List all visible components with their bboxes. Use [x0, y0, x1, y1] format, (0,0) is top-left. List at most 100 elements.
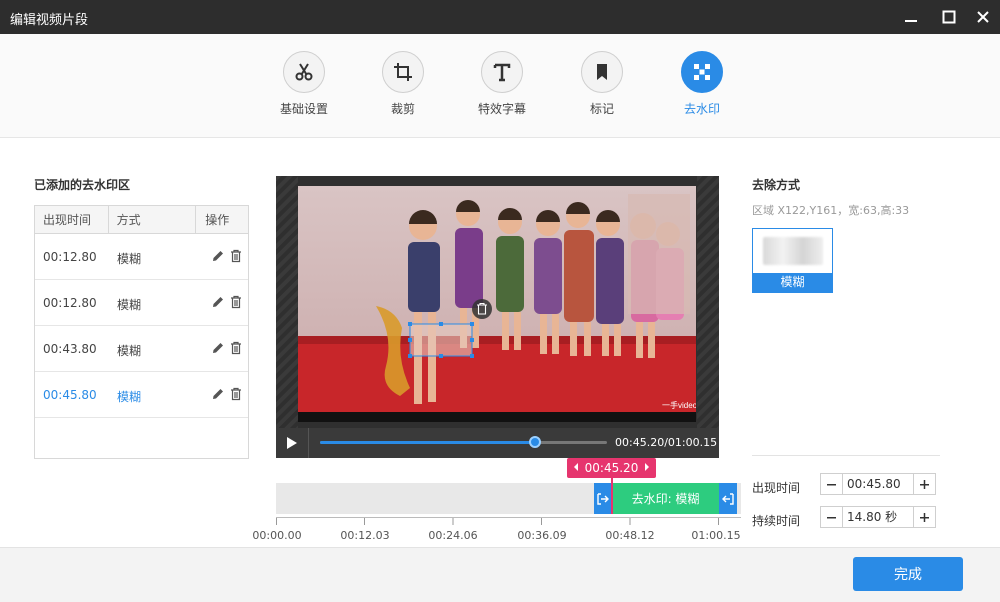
list-item-selected[interactable]: 00:45.80 模糊 — [35, 372, 248, 418]
trash-icon[interactable] — [229, 341, 243, 358]
play-icon — [287, 437, 297, 449]
edit-icon[interactable] — [211, 341, 225, 358]
tool-circle — [382, 51, 424, 93]
edit-icon[interactable] — [211, 387, 225, 404]
start-time-increment-button[interactable] — [913, 474, 935, 494]
video-side-stripes-right — [697, 176, 719, 428]
tool-circle — [283, 51, 325, 93]
item-method: 模糊 — [117, 390, 142, 404]
tick-label: 00:24.06 — [428, 529, 478, 542]
duration-input[interactable]: 14.80 秒 — [843, 507, 913, 527]
divider — [752, 455, 940, 456]
start-time-decrement-button[interactable] — [821, 474, 843, 494]
cursor-left-arrow-icon[interactable] — [572, 461, 580, 476]
done-button[interactable]: 完成 — [853, 557, 963, 591]
trash-icon[interactable] — [229, 295, 243, 312]
minus-icon — [827, 516, 836, 518]
tool-bar: 基础设置 裁剪 特效字幕 标记 去水印 — [0, 34, 1000, 138]
duration-increment-button[interactable] — [913, 507, 935, 527]
method-option-blur[interactable]: 模糊 — [752, 228, 833, 293]
item-method: 模糊 — [117, 298, 142, 312]
tick-label: 00:48.12 — [605, 529, 655, 542]
watermark-list-title: 已添加的去水印区 — [34, 178, 131, 192]
timeline-playhead[interactable] — [611, 478, 613, 514]
duration-decrement-button[interactable] — [821, 507, 843, 527]
method-option-label: 模糊 — [753, 273, 832, 292]
tool-label: 基础设置 — [279, 102, 328, 116]
tool-mark[interactable]: 标记 — [552, 51, 652, 117]
tool-circle — [581, 51, 623, 93]
minus-icon — [827, 483, 836, 485]
item-time: 00:43.80 — [43, 342, 97, 356]
list-header: 出现时间 方式 操作 — [35, 206, 248, 234]
bracket-out-icon — [722, 492, 734, 505]
removal-method-title: 去除方式 — [752, 178, 801, 192]
seek-knob[interactable] — [529, 436, 542, 448]
list-item[interactable]: 00:12.80 模糊 — [35, 280, 248, 326]
trash-icon[interactable] — [229, 249, 243, 266]
seek-bar[interactable] — [320, 436, 607, 448]
play-button[interactable] — [285, 436, 299, 453]
list-item[interactable]: 00:12.80 模糊 — [35, 234, 248, 280]
tool-effect-subtitle[interactable]: 特效字幕 — [452, 51, 552, 117]
video-side-stripes-left — [276, 176, 298, 428]
seek-bar-fill — [320, 441, 536, 444]
tool-label: 裁剪 — [390, 102, 415, 116]
svg-text:一手video: 一手video — [662, 400, 696, 410]
item-method: 模糊 — [117, 344, 142, 358]
edit-icon[interactable] — [211, 295, 225, 312]
tick-label: 00:00.00 — [252, 529, 302, 542]
cursor-right-arrow-icon[interactable] — [643, 461, 651, 476]
crop-icon — [394, 63, 412, 81]
item-time: 00:12.80 — [43, 296, 97, 310]
edit-icon[interactable] — [211, 249, 225, 266]
tool-basic-settings[interactable]: 基础设置 — [254, 51, 354, 117]
video-preview: 一手video — [276, 176, 719, 428]
minimize-icon — [905, 20, 917, 22]
tick-label: 00:36.09 — [517, 529, 567, 542]
minimize-button[interactable] — [894, 0, 928, 34]
blur-preview — [763, 237, 823, 265]
tool-label: 去水印 — [683, 102, 720, 116]
controls-divider — [308, 428, 309, 458]
close-button[interactable] — [966, 0, 1000, 34]
tool-circle — [681, 51, 723, 93]
tool-remove-watermark[interactable]: 去水印 — [652, 51, 752, 117]
timeline-ruler — [276, 517, 741, 525]
watermark-list: 出现时间 方式 操作 00:12.80 模糊 00:12.80 模糊 00:43… — [34, 205, 249, 459]
tick-label: 00:12.03 — [340, 529, 390, 542]
item-time: 00:45.80 — [43, 388, 97, 402]
window-title: 编辑视频片段 — [10, 13, 89, 28]
duration-stepper: 14.80 秒 — [820, 506, 936, 528]
start-time-input[interactable]: 00:45.80 — [843, 474, 913, 494]
maximize-icon — [942, 10, 956, 24]
video-frame-image: 一手video — [298, 186, 696, 422]
bracket-in-icon — [597, 492, 609, 505]
cursor-time: 00:45.20 — [584, 461, 639, 475]
column-header-time: 出现时间 — [35, 206, 109, 233]
item-method: 模糊 — [117, 252, 142, 266]
ruler-ticks — [276, 518, 719, 525]
player-controls: 00:45.20/01:00.15 — [276, 428, 719, 458]
title-bar: 编辑视频片段 — [0, 0, 1000, 34]
watermark-segment[interactable]: 去水印: 模糊 — [612, 483, 719, 514]
segment-end-handle[interactable] — [719, 483, 737, 514]
list-item[interactable]: 00:43.80 模糊 — [35, 326, 248, 372]
duration-label: 持续时间 — [752, 514, 801, 528]
tool-label: 特效字幕 — [477, 102, 526, 116]
start-time-stepper: 00:45.80 — [820, 473, 936, 495]
text-icon — [493, 63, 511, 82]
tool-circle — [481, 51, 523, 93]
time-display: 00:45.20/01:00.15 — [615, 436, 718, 449]
mosaic-icon — [694, 64, 710, 80]
scissors-icon — [295, 63, 313, 81]
trash-icon[interactable] — [229, 387, 243, 404]
close-icon — [977, 11, 989, 23]
column-header-method: 方式 — [109, 206, 197, 233]
column-header-action: 操作 — [205, 213, 230, 227]
segment-start-handle[interactable] — [594, 483, 612, 514]
maximize-button[interactable] — [932, 0, 966, 34]
tool-crop[interactable]: 裁剪 — [353, 51, 453, 117]
timeline-cursor-badge[interactable]: 00:45.20 — [567, 458, 656, 478]
bookmark-icon — [597, 64, 607, 80]
